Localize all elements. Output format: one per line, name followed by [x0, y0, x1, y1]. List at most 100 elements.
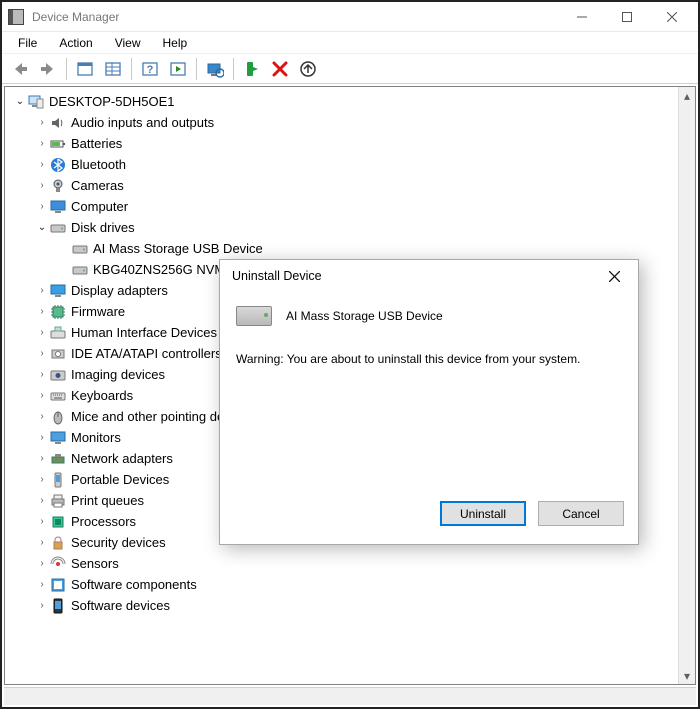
cpu-icon [49, 514, 67, 530]
tree-root[interactable]: ⌄ DESKTOP-5DH5OE1 [7, 91, 676, 112]
software-icon [49, 598, 67, 614]
dialog-title: Uninstall Device [232, 269, 322, 283]
tree-cat-software-comp[interactable]: › Software components [7, 574, 676, 595]
chevron-right-icon[interactable]: › [35, 537, 49, 548]
tree-cat-sensors[interactable]: › Sensors [7, 553, 676, 574]
help-button[interactable]: ? [136, 57, 164, 81]
chevron-right-icon[interactable]: › [35, 516, 49, 527]
chevron-right-icon[interactable]: › [35, 201, 49, 212]
computer-icon [27, 94, 45, 110]
close-button[interactable] [649, 3, 694, 31]
chevron-right-icon[interactable]: › [35, 138, 49, 149]
tree-cat-bluetooth[interactable]: › Bluetooth [7, 154, 676, 175]
chevron-right-icon[interactable]: › [35, 390, 49, 401]
menu-action[interactable]: Action [49, 34, 102, 52]
speaker-icon [49, 115, 67, 131]
update-driver-button[interactable] [294, 57, 322, 81]
chevron-right-icon[interactable]: › [35, 453, 49, 464]
tree-label: IDE ATA/ATAPI controllers [71, 346, 222, 361]
uninstall-device-button[interactable] [266, 57, 294, 81]
chevron-right-icon[interactable]: › [35, 369, 49, 380]
chevron-right-icon[interactable]: › [35, 600, 49, 611]
tree-label: Software components [71, 577, 197, 592]
scroll-up-button[interactable]: ▴ [679, 87, 695, 104]
chevron-right-icon[interactable]: › [35, 579, 49, 590]
chevron-right-icon[interactable]: › [35, 474, 49, 485]
tree-label: Cameras [71, 178, 124, 193]
tree-label: DESKTOP-5DH5OE1 [49, 94, 174, 109]
forward-button[interactable] [34, 57, 62, 81]
chevron-right-icon[interactable]: › [35, 348, 49, 359]
chevron-right-icon[interactable]: › [35, 411, 49, 422]
toolbar-separator [196, 58, 197, 80]
tree-label: Disk drives [71, 220, 135, 235]
mouse-icon [49, 409, 67, 425]
hid-icon [49, 325, 67, 341]
scan-hardware-button[interactable] [201, 57, 229, 81]
tree-label: Processors [71, 514, 136, 529]
chevron-right-icon[interactable]: › [35, 558, 49, 569]
dialog-warning-text: Warning: You are about to uninstall this… [236, 352, 622, 366]
chevron-down-icon[interactable]: ⌄ [35, 222, 49, 233]
tree-cat-batteries[interactable]: › Batteries [7, 133, 676, 154]
uninstall-button[interactable]: Uninstall [440, 501, 526, 526]
menu-file[interactable]: File [8, 34, 47, 52]
imaging-icon [49, 367, 67, 383]
chevron-right-icon[interactable]: › [35, 327, 49, 338]
dialog-body: AI Mass Storage USB Device Warning: You … [220, 292, 638, 424]
tree-label: AI Mass Storage USB Device [93, 241, 263, 256]
display-icon [49, 283, 67, 299]
dialog-device-row: AI Mass Storage USB Device [236, 306, 622, 326]
camera-icon [49, 178, 67, 194]
scroll-track[interactable] [679, 104, 695, 667]
tree-label: Monitors [71, 430, 121, 445]
tree-label: Display adapters [71, 283, 168, 298]
disk-icon [236, 306, 272, 326]
chevron-right-icon[interactable]: › [35, 117, 49, 128]
chevron-right-icon[interactable]: › [35, 180, 49, 191]
maximize-button[interactable] [604, 3, 649, 31]
chevron-right-icon[interactable]: › [35, 306, 49, 317]
software-icon [49, 577, 67, 593]
scroll-down-button[interactable]: ▾ [679, 667, 695, 684]
chevron-right-icon[interactable]: › [35, 495, 49, 506]
tree-label: Audio inputs and outputs [71, 115, 214, 130]
enable-device-button[interactable] [238, 57, 266, 81]
menubar: File Action View Help [2, 32, 698, 54]
actions-button[interactable] [164, 57, 192, 81]
toolbar-separator [66, 58, 67, 80]
network-icon [49, 451, 67, 467]
chevron-down-icon[interactable]: ⌄ [13, 96, 27, 107]
tree-label: Imaging devices [71, 367, 165, 382]
portable-icon [49, 472, 67, 488]
tree-cat-audio[interactable]: › Audio inputs and outputs [7, 112, 676, 133]
tree-item-disk-a[interactable]: AI Mass Storage USB Device [7, 238, 676, 259]
menu-view[interactable]: View [105, 34, 151, 52]
list-view-button[interactable] [99, 57, 127, 81]
menu-help[interactable]: Help [153, 34, 198, 52]
cancel-button[interactable]: Cancel [538, 501, 624, 526]
tree-label: Computer [71, 199, 128, 214]
security-icon [49, 535, 67, 551]
tree-label: Bluetooth [71, 157, 126, 172]
status-bar [4, 687, 696, 705]
dialog-close-button[interactable] [598, 260, 630, 292]
chevron-right-icon[interactable]: › [35, 432, 49, 443]
uninstall-dialog: Uninstall Device AI Mass Storage USB Dev… [219, 259, 639, 545]
chevron-right-icon[interactable]: › [35, 285, 49, 296]
tree-label: Network adapters [71, 451, 173, 466]
show-hidden-button[interactable] [71, 57, 99, 81]
tree-label: Firmware [71, 304, 125, 319]
vertical-scrollbar[interactable]: ▴ ▾ [678, 87, 695, 684]
tree-cat-diskdrives[interactable]: ⌄ Disk drives [7, 217, 676, 238]
tree-cat-software-dev[interactable]: › Software devices [7, 595, 676, 616]
printer-icon [49, 493, 67, 509]
tree-label: Print queues [71, 493, 144, 508]
minimize-button[interactable] [559, 3, 604, 31]
back-button[interactable] [6, 57, 34, 81]
chip-icon [49, 304, 67, 320]
tree-cat-cameras[interactable]: › Cameras [7, 175, 676, 196]
chevron-right-icon[interactable]: › [35, 159, 49, 170]
disk-icon [71, 262, 89, 278]
tree-cat-computer[interactable]: › Computer [7, 196, 676, 217]
